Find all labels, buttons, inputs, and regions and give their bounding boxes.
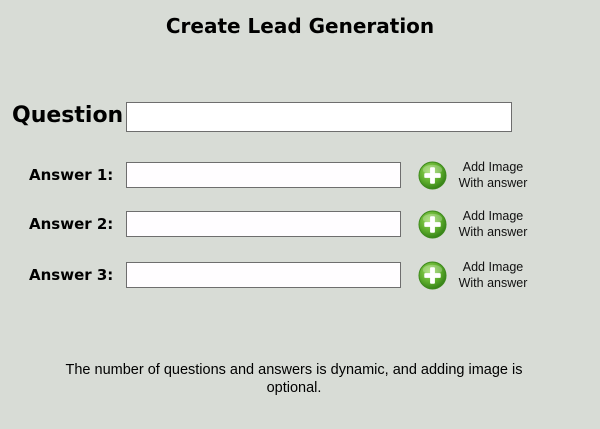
plus-circle-icon[interactable] bbox=[418, 210, 447, 239]
answer-row-3: Answer 3: Add Image With answer bbox=[0, 259, 600, 296]
answer-row-2: Answer 2: Add Image With answer bbox=[0, 208, 600, 245]
add-image-answer-2-button[interactable]: Add Image With answer bbox=[418, 208, 538, 242]
answer-1-label: Answer 1: bbox=[29, 166, 114, 184]
add-image-answer-3-label: Add Image With answer bbox=[458, 260, 528, 290]
answer-3-label: Answer 3: bbox=[29, 266, 114, 284]
question-label: Question bbox=[12, 103, 124, 128]
plus-circle-icon[interactable] bbox=[418, 261, 447, 290]
add-image-answer-1-button[interactable]: Add Image With answer bbox=[418, 159, 538, 193]
answer-3-input[interactable] bbox=[126, 262, 401, 288]
question-input[interactable] bbox=[126, 102, 512, 132]
answer-1-input[interactable] bbox=[126, 162, 401, 188]
page-title: Create Lead Generation bbox=[165, 14, 435, 38]
answer-row-1: Answer 1: Add Image With answer bbox=[0, 159, 600, 196]
footnote-text: The number of questions and answers is d… bbox=[65, 362, 523, 396]
answer-2-label: Answer 2: bbox=[29, 215, 114, 233]
add-image-answer-3-button[interactable]: Add Image With answer bbox=[418, 259, 538, 293]
plus-circle-icon[interactable] bbox=[418, 161, 447, 190]
add-image-answer-1-label: Add Image With answer bbox=[458, 160, 528, 190]
answer-2-input[interactable] bbox=[126, 211, 401, 237]
add-image-answer-2-label: Add Image With answer bbox=[458, 209, 528, 239]
